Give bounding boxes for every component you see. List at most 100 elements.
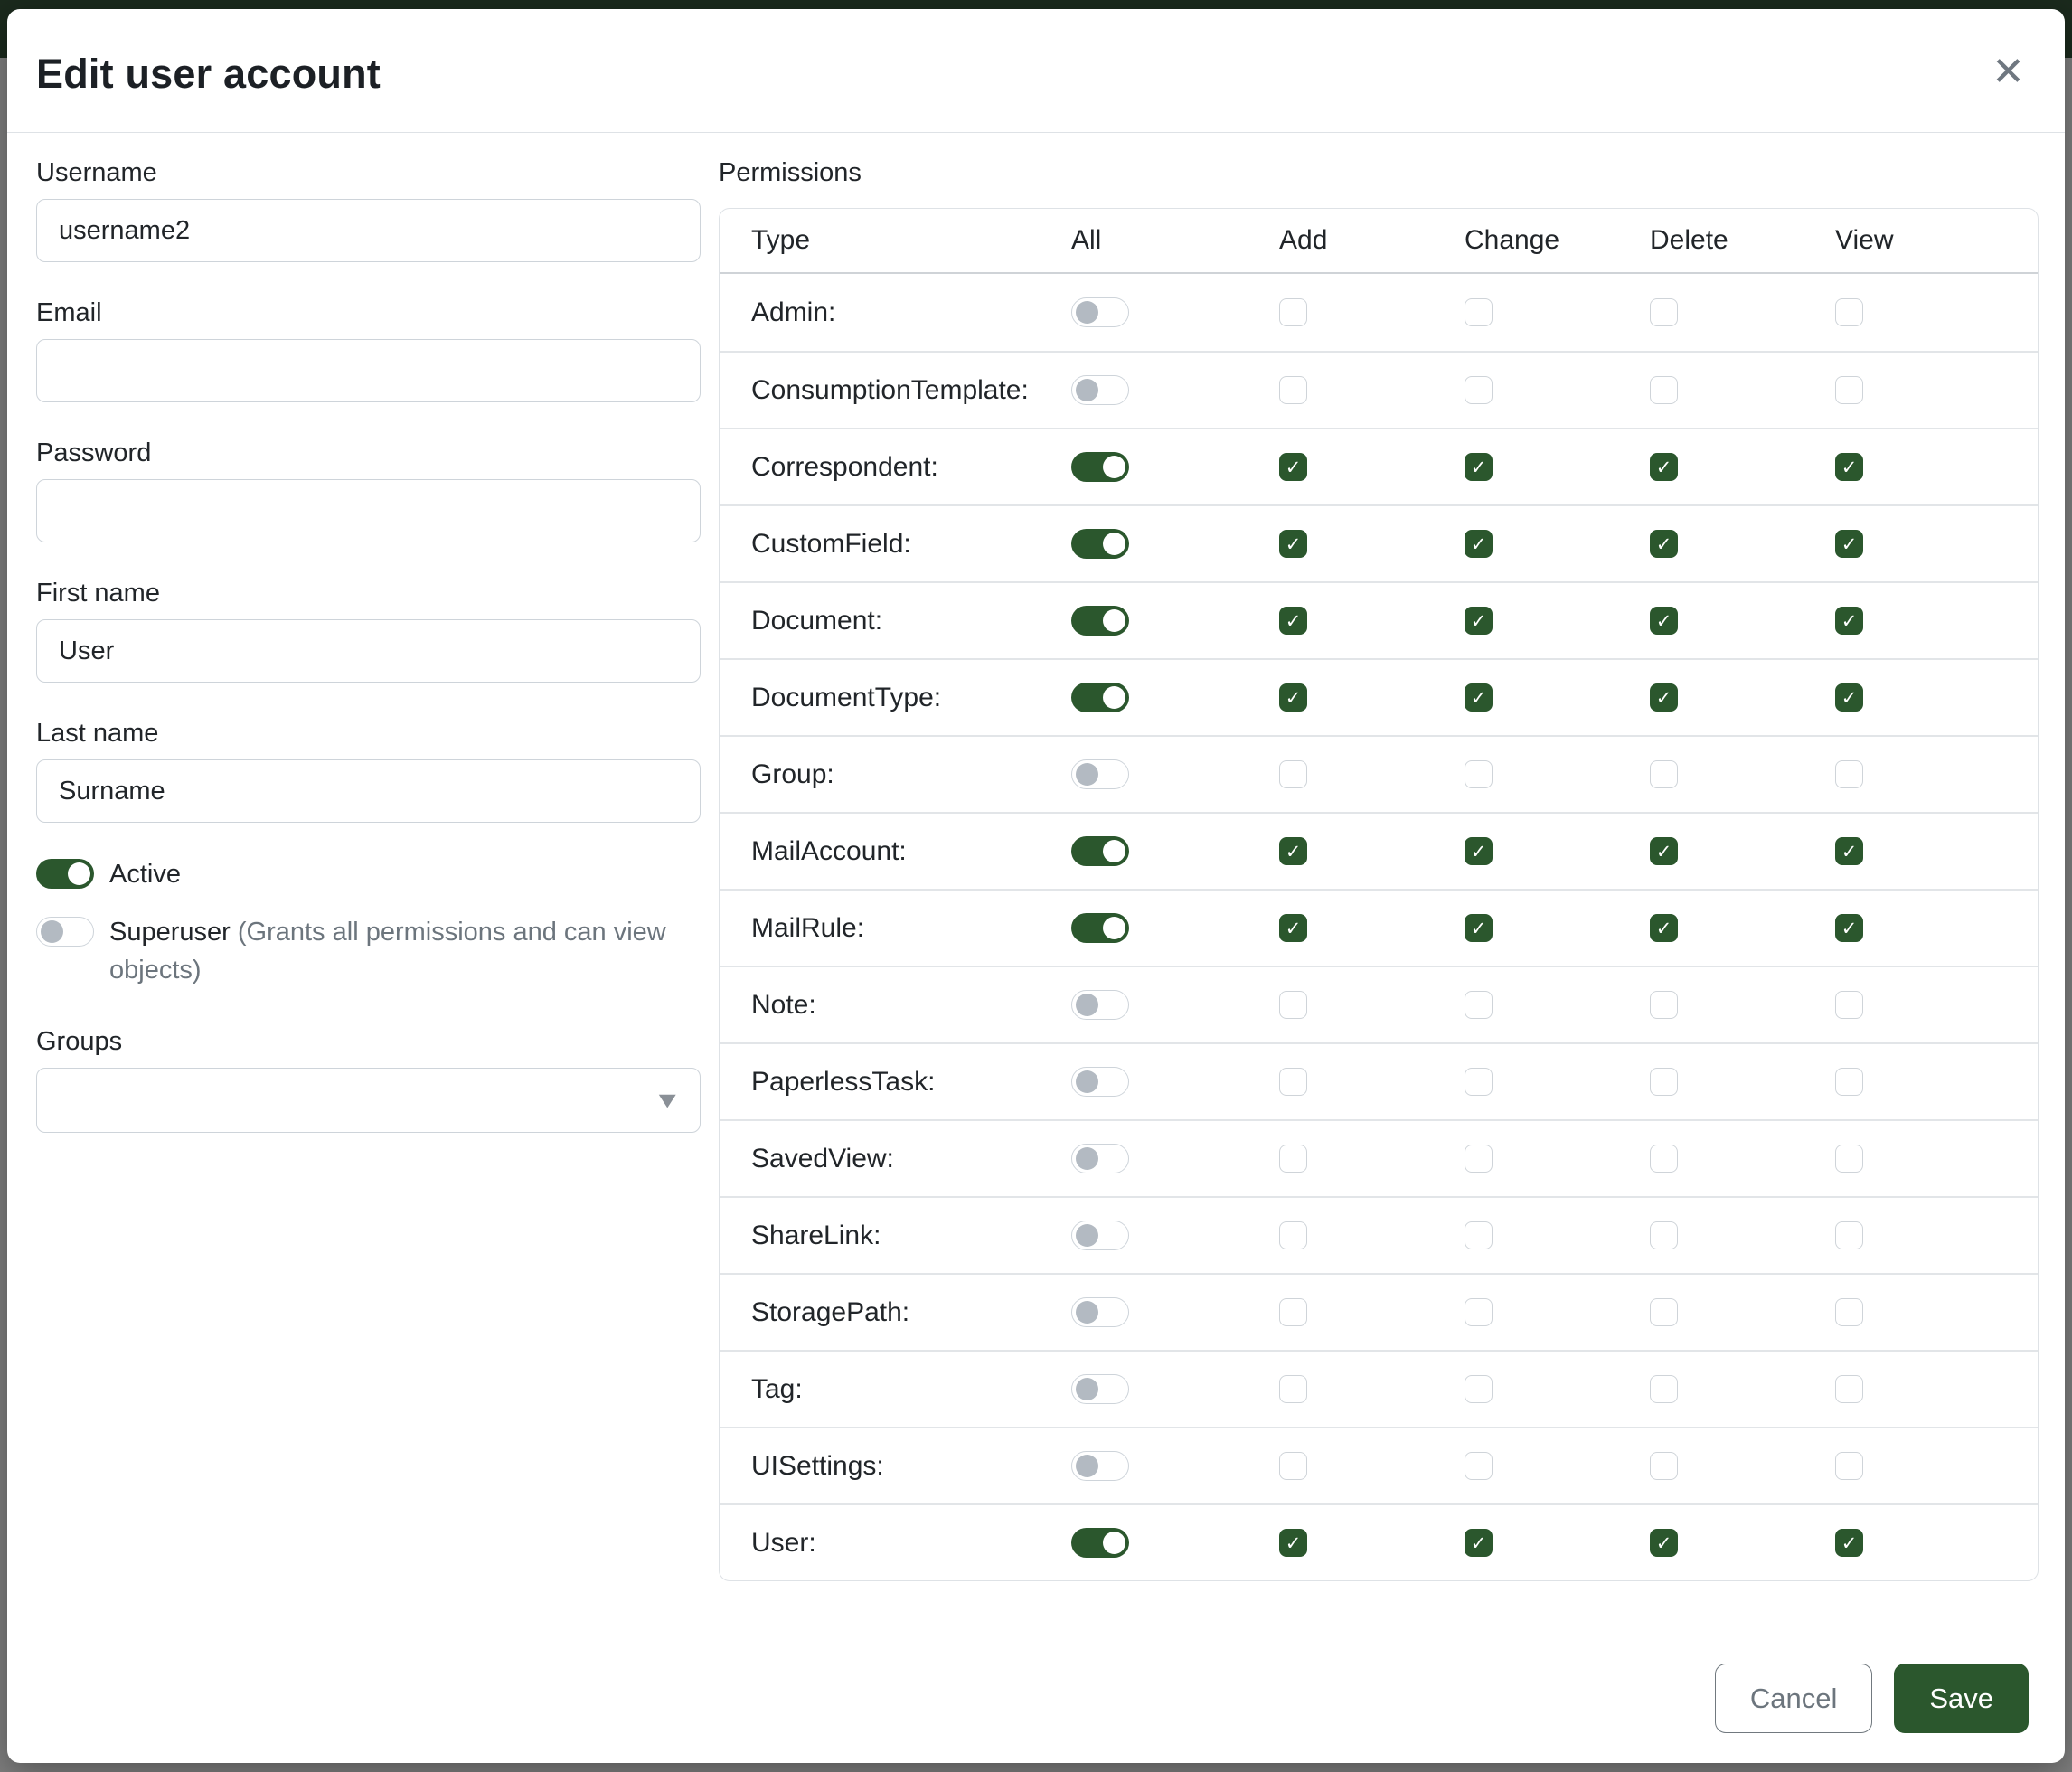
modal-title: Edit user account — [36, 51, 381, 98]
permission-all-toggle[interactable] — [1071, 606, 1129, 636]
permission-change-checkbox[interactable]: ✓ — [1465, 1529, 1493, 1557]
permission-view-checkbox[interactable] — [1835, 1145, 1863, 1173]
permission-change-checkbox[interactable] — [1465, 1068, 1493, 1096]
permission-add-checkbox[interactable]: ✓ — [1279, 837, 1307, 865]
superuser-toggle[interactable] — [36, 917, 94, 947]
permission-change-checkbox[interactable] — [1465, 376, 1493, 404]
permission-view-checkbox[interactable] — [1835, 1221, 1863, 1249]
cancel-button[interactable]: Cancel — [1715, 1664, 1873, 1733]
permission-change-checkbox[interactable] — [1465, 991, 1493, 1019]
permission-view-checkbox[interactable] — [1835, 1298, 1863, 1326]
permission-row: Document:✓✓✓✓ — [720, 581, 2038, 658]
permission-delete-checkbox[interactable] — [1650, 1145, 1678, 1173]
permission-add-checkbox[interactable]: ✓ — [1279, 914, 1307, 942]
permission-change-checkbox[interactable]: ✓ — [1465, 837, 1493, 865]
permission-change-checkbox[interactable] — [1465, 1298, 1493, 1326]
permission-add-checkbox[interactable] — [1279, 1298, 1307, 1326]
permission-delete-checkbox[interactable]: ✓ — [1650, 914, 1678, 942]
permission-all-toggle[interactable] — [1071, 1221, 1129, 1250]
permission-change-checkbox[interactable]: ✓ — [1465, 453, 1493, 481]
save-button[interactable]: Save — [1894, 1664, 2029, 1733]
active-toggle[interactable] — [36, 859, 94, 889]
close-icon[interactable]: ✕ — [1992, 52, 2025, 92]
permission-view-checkbox[interactable]: ✓ — [1835, 683, 1863, 712]
permission-view-checkbox[interactable]: ✓ — [1835, 607, 1863, 635]
permission-all-toggle[interactable] — [1071, 375, 1129, 405]
permission-delete-checkbox[interactable]: ✓ — [1650, 453, 1678, 481]
permission-add-checkbox[interactable]: ✓ — [1279, 1529, 1307, 1557]
permission-delete-checkbox[interactable] — [1650, 298, 1678, 326]
permission-all-toggle[interactable] — [1071, 1067, 1129, 1097]
permission-view-checkbox[interactable]: ✓ — [1835, 453, 1863, 481]
permission-change-checkbox[interactable]: ✓ — [1465, 530, 1493, 558]
permission-delete-checkbox[interactable] — [1650, 1375, 1678, 1403]
permission-delete-checkbox[interactable]: ✓ — [1650, 1529, 1678, 1557]
permission-view-checkbox[interactable]: ✓ — [1835, 1529, 1863, 1557]
permission-delete-checkbox[interactable] — [1650, 376, 1678, 404]
permission-all-toggle[interactable] — [1071, 990, 1129, 1020]
permission-add-checkbox[interactable] — [1279, 298, 1307, 326]
permission-delete-checkbox[interactable] — [1650, 1221, 1678, 1249]
permission-delete-checkbox[interactable] — [1650, 1452, 1678, 1480]
toggle-knob — [1103, 840, 1125, 862]
permission-delete-checkbox[interactable] — [1650, 1068, 1678, 1096]
permission-view-checkbox[interactable]: ✓ — [1835, 530, 1863, 558]
permission-row: Group: — [720, 735, 2038, 812]
permission-add-checkbox[interactable]: ✓ — [1279, 607, 1307, 635]
permission-view-checkbox[interactable] — [1835, 376, 1863, 404]
permission-delete-checkbox[interactable] — [1650, 1298, 1678, 1326]
permission-add-checkbox[interactable] — [1279, 991, 1307, 1019]
permission-change-checkbox[interactable] — [1465, 1375, 1493, 1403]
permission-delete-checkbox[interactable]: ✓ — [1650, 607, 1678, 635]
permission-view-checkbox[interactable] — [1835, 991, 1863, 1019]
permission-all-toggle[interactable] — [1071, 1297, 1129, 1327]
permission-all-toggle[interactable] — [1071, 683, 1129, 712]
permission-add-checkbox[interactable] — [1279, 1375, 1307, 1403]
permission-view-checkbox[interactable] — [1835, 1068, 1863, 1096]
permission-all-toggle[interactable] — [1071, 529, 1129, 559]
permission-add-checkbox[interactable]: ✓ — [1279, 453, 1307, 481]
permission-delete-checkbox[interactable]: ✓ — [1650, 530, 1678, 558]
permission-all-toggle[interactable] — [1071, 1144, 1129, 1173]
permission-view-checkbox[interactable] — [1835, 760, 1863, 788]
permission-add-checkbox[interactable]: ✓ — [1279, 530, 1307, 558]
permission-add-checkbox[interactable] — [1279, 1452, 1307, 1480]
permission-add-checkbox[interactable] — [1279, 760, 1307, 788]
permission-delete-checkbox[interactable] — [1650, 760, 1678, 788]
permission-view-checkbox[interactable]: ✓ — [1835, 837, 1863, 865]
permission-change-checkbox[interactable]: ✓ — [1465, 683, 1493, 712]
permission-all-toggle[interactable] — [1071, 1528, 1129, 1558]
groups-select[interactable]: ▼ — [36, 1068, 701, 1133]
permission-view-checkbox[interactable] — [1835, 1375, 1863, 1403]
permission-change-checkbox[interactable] — [1465, 298, 1493, 326]
permission-all-toggle[interactable] — [1071, 759, 1129, 789]
permission-view-checkbox[interactable] — [1835, 298, 1863, 326]
permission-view-checkbox[interactable]: ✓ — [1835, 914, 1863, 942]
permission-delete-checkbox[interactable]: ✓ — [1650, 683, 1678, 712]
permission-change-checkbox[interactable]: ✓ — [1465, 607, 1493, 635]
first-name-field[interactable] — [36, 619, 701, 683]
password-field[interactable] — [36, 479, 701, 542]
permission-add-checkbox[interactable] — [1279, 1221, 1307, 1249]
permission-change-checkbox[interactable] — [1465, 1452, 1493, 1480]
permission-add-checkbox[interactable] — [1279, 1068, 1307, 1096]
email-field[interactable] — [36, 339, 701, 402]
permission-change-checkbox[interactable]: ✓ — [1465, 914, 1493, 942]
permission-add-checkbox[interactable] — [1279, 376, 1307, 404]
permission-change-checkbox[interactable] — [1465, 760, 1493, 788]
permission-all-toggle[interactable] — [1071, 1374, 1129, 1404]
permission-view-checkbox[interactable] — [1835, 1452, 1863, 1480]
permission-delete-checkbox[interactable] — [1650, 991, 1678, 1019]
permission-all-toggle[interactable] — [1071, 1451, 1129, 1481]
permission-all-toggle[interactable] — [1071, 836, 1129, 866]
permission-change-checkbox[interactable] — [1465, 1221, 1493, 1249]
permission-delete-checkbox[interactable]: ✓ — [1650, 837, 1678, 865]
last-name-field[interactable] — [36, 759, 701, 823]
permission-all-toggle[interactable] — [1071, 452, 1129, 482]
permission-add-checkbox[interactable] — [1279, 1145, 1307, 1173]
permission-add-checkbox[interactable]: ✓ — [1279, 683, 1307, 712]
username-input[interactable] — [36, 199, 701, 262]
permission-change-checkbox[interactable] — [1465, 1145, 1493, 1173]
permission-all-toggle[interactable] — [1071, 297, 1129, 327]
permission-all-toggle[interactable] — [1071, 913, 1129, 943]
